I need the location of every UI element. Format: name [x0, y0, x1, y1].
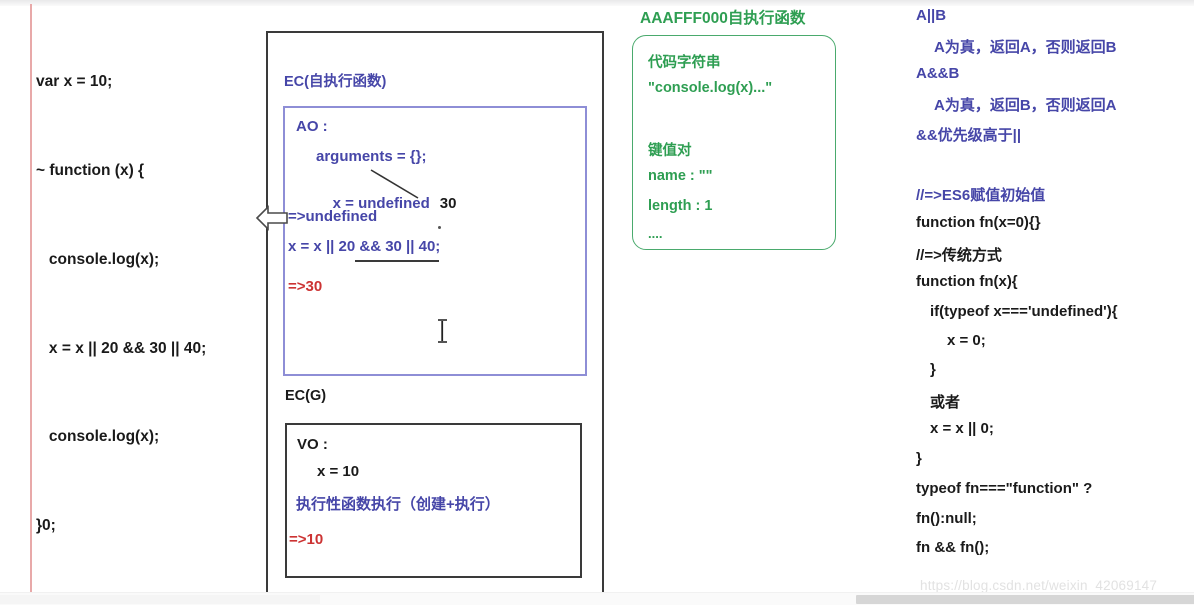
green-panel-title: AAAFFF000自执行函数 — [640, 10, 806, 27]
right-logic-note: A为真，返回B，否则返回A — [934, 97, 1117, 114]
right-code-note: 或者 — [930, 394, 961, 411]
scrollbar-thumb[interactable] — [856, 595, 1194, 604]
green-line: 键值对 — [648, 143, 692, 159]
vo-x-line: x = 10 — [317, 463, 360, 480]
expression-underline-annotation — [355, 260, 439, 262]
text-cursor-icon — [438, 319, 447, 343]
scrollbar-track-left[interactable] — [0, 595, 320, 604]
screenshot-canvas: var x = 10; ~ function (x) { console.log… — [0, 0, 1194, 605]
ao-expression: x = x || 20 && 30 || 40; — [288, 238, 441, 255]
right-logic-note: A为真，返回A，否则返回B — [934, 39, 1117, 56]
right-code-note: } — [930, 361, 936, 378]
green-line: 代码字符串 — [648, 55, 721, 71]
left-margin-rule — [30, 4, 32, 598]
ec-function-label: EC(自执行函数) — [284, 74, 387, 90]
right-code-note: } — [916, 450, 922, 467]
left-arrow-icon — [255, 205, 288, 231]
code-line: }0; — [36, 517, 56, 535]
green-line: length : 1 — [648, 198, 713, 214]
ink-dot-mark — [438, 226, 441, 229]
right-code-note: x = x || 0; — [930, 420, 994, 437]
vo-result: =>10 — [289, 531, 324, 548]
code-line: ~ function (x) { — [36, 161, 145, 179]
green-line: .... — [648, 226, 663, 241]
right-logic-note: A&&B — [916, 65, 960, 82]
right-logic-note: A||B — [916, 7, 947, 24]
top-chrome-bar — [0, 0, 1194, 6]
code-line: var x = 10; — [36, 73, 113, 91]
right-code-note: function fn(x){ — [916, 273, 1018, 290]
code-line: console.log(x); — [36, 250, 160, 268]
ao-arguments-line: arguments = {}; — [316, 148, 427, 165]
ao-result-undefined: =>undefined — [288, 208, 378, 225]
right-code-note: fn && fn(); — [916, 539, 990, 556]
right-code-note: //=>传统方式 — [916, 247, 1002, 264]
code-line: x = x || 20 && 30 || 40; — [36, 339, 207, 357]
ao-result: =>30 — [288, 278, 323, 295]
green-line: "console.log(x)..." — [648, 80, 773, 96]
right-logic-note: &&优先级高于|| — [916, 127, 1022, 144]
ec-global-label: EC(G) — [285, 388, 327, 404]
watermark-text: https://blog.csdn.net/weixin_42069147 — [920, 578, 1158, 593]
right-code-note: typeof fn==="function" ? — [916, 480, 1093, 497]
left-code-block: var x = 10; ~ function (x) { console.log… — [36, 8, 251, 605]
code-line: console.log(x); — [36, 428, 160, 446]
green-line: name : "" — [648, 168, 713, 184]
ao-title: AO : — [296, 118, 328, 135]
right-code-note: function fn(x=0){} — [916, 214, 1041, 231]
right-code-note: fn():null; — [916, 510, 977, 527]
vo-note: 执行性函数执行（创建+执行） — [296, 496, 500, 513]
right-code-note: if(typeof x==='undefined'){ — [930, 303, 1118, 320]
horizontal-scrollbar[interactable] — [0, 592, 1194, 605]
right-code-note: x = 0; — [947, 332, 986, 349]
right-code-note: //=>ES6赋值初始值 — [916, 187, 1046, 204]
ao-x-line-value: 30 — [439, 195, 457, 212]
vo-title: VO : — [297, 436, 328, 453]
